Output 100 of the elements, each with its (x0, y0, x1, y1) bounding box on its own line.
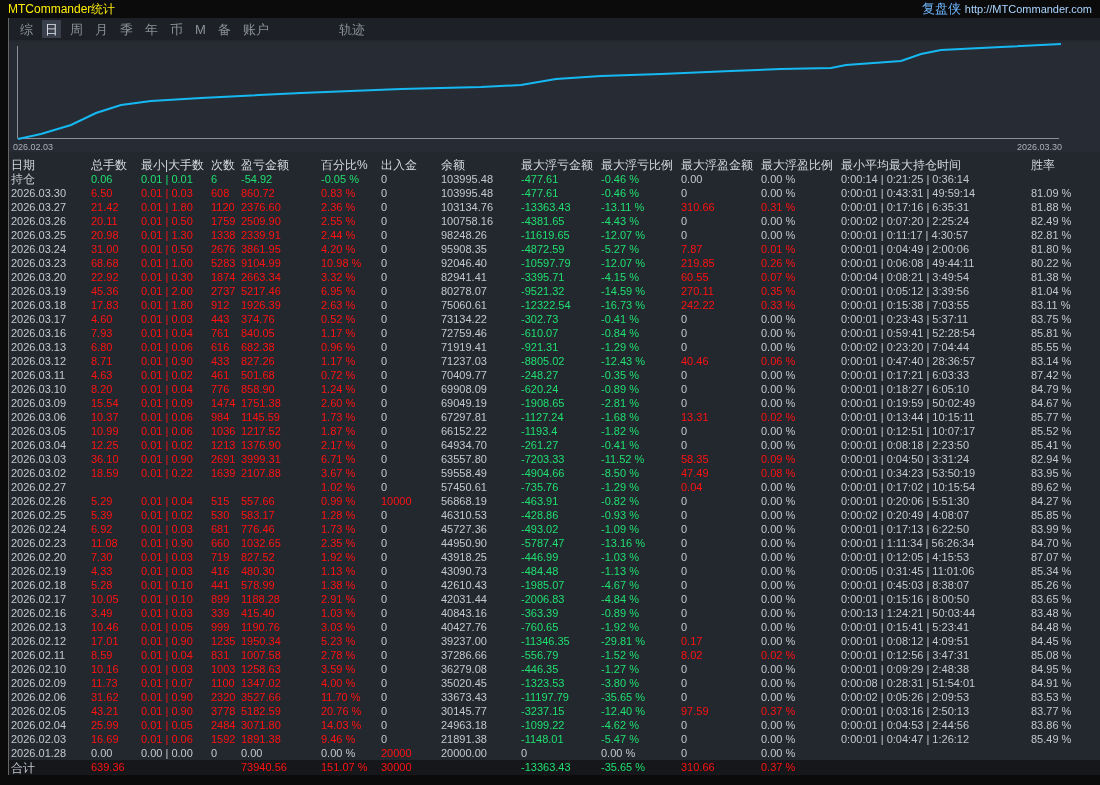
table-cell-text: -1148.01 (521, 733, 565, 745)
table-cell-text: 16.69 (91, 733, 120, 745)
table-cell-text: 0 (521, 747, 529, 759)
table-cell-text: 0.52 % (321, 313, 357, 325)
table-cell-text: 0.01 | 2.00 (141, 285, 194, 297)
table-cell-text: 827.26 (241, 355, 276, 367)
table-cell-text: 0.00 % (761, 187, 797, 199)
column-header: 出入金 (381, 159, 418, 171)
table-cell-text: 0:00:01 | 0:15:38 | 7:03:55 (841, 299, 971, 311)
table-cell-text: 22.92 (91, 271, 120, 283)
table-cell-text: 10000 (381, 495, 413, 507)
table-cell-text: -0.84 % (601, 327, 640, 339)
table-cell-text: -921.31 (521, 341, 560, 353)
table-cell-text: -0.05 % (321, 173, 360, 185)
tab[interactable]: 备 (214, 20, 234, 38)
table-cell-text: 0.01 | 0.01 (141, 173, 194, 185)
table-cell-text: -13.11 % (601, 201, 646, 213)
column-header: 日期 (11, 159, 36, 171)
tab[interactable]: 币 (167, 20, 186, 38)
table-cell-text: 2026.02.16 (11, 607, 68, 619)
table-cell-text: 3.03 % (321, 621, 357, 633)
tab[interactable]: 日 (42, 20, 61, 38)
table-cell-text: 2026.02.11 (11, 649, 67, 661)
table-cell-text: 103134.76 (441, 201, 494, 213)
table-cell-text: 0.31 % (761, 201, 797, 213)
table-cell-text: 0.00 % (761, 523, 797, 535)
table-cell-text: -35.65 % (601, 762, 647, 773)
table-cell-text: 0:00:01 | 0:20:06 | 5:51:30 (841, 495, 971, 507)
table-cell-text: -4.67 % (601, 579, 640, 591)
table-cell-text: -446.99 (521, 551, 560, 563)
tab[interactable]: 账户 (239, 20, 272, 38)
table-cell-text: 2026.02.19 (11, 565, 68, 577)
table-cell-text: 0 (381, 677, 389, 689)
tab[interactable]: 年 (142, 20, 161, 38)
table-cell-text: 0.00 % (761, 733, 797, 745)
table-cell-text: 0:00:01 | 0:03:16 | 2:50:13 (841, 705, 971, 717)
table-cell-text: 1.17 % (321, 327, 357, 339)
table-cell-text: 0 (681, 439, 689, 451)
tab[interactable]: 轨迹 (335, 20, 368, 38)
table-cell-text: 827.52 (241, 551, 276, 563)
table-cell-text: -29.81 % (601, 635, 647, 647)
table-cell-text: 7.93 (91, 327, 114, 339)
table-cell-text: 4.00 % (321, 677, 357, 689)
table-cell-text: 84.79 % (1031, 383, 1073, 395)
table-cell-text: 0.00 % (761, 369, 797, 381)
tab[interactable]: 周 (67, 20, 86, 38)
tab[interactable]: 季 (117, 20, 136, 38)
table-cell-text: 37286.66 (441, 649, 488, 661)
table-cell-text: 0.01 | 0.02 (141, 439, 194, 451)
table-cell-text: 0 (211, 747, 219, 759)
table-cell-text: 69049.19 (441, 397, 488, 409)
table-cell-text: 4.20 % (321, 243, 357, 255)
table-cell-text: 89.62 % (1031, 481, 1073, 493)
table-cell-text: 1751.38 (241, 397, 282, 409)
table-cell-text: 0.00 % (761, 509, 797, 521)
table-cell-text: 13.31 (681, 411, 710, 423)
table-cell-text: 97.59 (681, 705, 710, 717)
table-cell-text: 0.01 | 0.02 (141, 369, 194, 381)
table-cell-text: 60.55 (681, 271, 710, 283)
table-cell-text: 0 (381, 425, 389, 437)
tab[interactable]: 月 (92, 20, 111, 38)
table-cell-text: 0.83 % (321, 187, 357, 199)
table-cell-text: 84.67 % (1031, 397, 1073, 409)
table-cell-text: 0 (381, 369, 389, 381)
table-cell-text: 1338 (211, 229, 237, 241)
website-link[interactable]: http://MTCommander.com (964, 0, 1092, 18)
table-cell-text: 2026.02.10 (11, 663, 68, 675)
table-cell-text: 2026.02.17 (11, 593, 68, 605)
table-cell-text: 63557.80 (441, 453, 488, 465)
table-cell-text: 1217.52 (241, 425, 282, 437)
table-cell-text: 83.95 % (1031, 467, 1073, 479)
table-cell-text: 0 (681, 509, 689, 521)
table-cell-text: 0 (381, 257, 389, 269)
table-cell-text: -4381.65 (521, 215, 566, 227)
table-cell-text: 0 (381, 467, 389, 479)
table-cell-text: 5217.46 (241, 285, 282, 297)
table-cell-text: -0.89 % (601, 383, 640, 395)
table-cell-text: 1.13 % (321, 565, 357, 577)
table-cell-text: 69908.09 (441, 383, 488, 395)
table-cell-text: 0 (681, 607, 689, 619)
table-cell-text: -3237.15 (521, 705, 566, 717)
table-cell-text: -12.07 % (601, 229, 647, 241)
tab[interactable]: 综 (17, 20, 36, 38)
table-cell-text: 31.62 (91, 691, 120, 703)
table-cell-text: 0:00:01 | 0:47:40 | 28:36:57 (841, 355, 977, 367)
table-cell-text: 0.01 | 0.05 (141, 719, 194, 731)
table-cell-text: 0:00:01 | 0:04:53 | 2:44:56 (841, 719, 971, 731)
table-cell-text: 0.00 (241, 747, 264, 759)
tab[interactable]: M (192, 20, 209, 38)
table-cell-text: -428.86 (521, 509, 560, 521)
table-cell-text: 1347.02 (241, 677, 282, 689)
table-cell-text: 0.00 % (761, 579, 797, 591)
table-cell-text: 0.00 % (761, 397, 797, 409)
table-cell-text: 84.95 % (1031, 663, 1073, 675)
table-cell-text: 2026.02.03 (11, 733, 68, 745)
table-cell-text: 11.08 (91, 537, 119, 549)
table-cell-text: 1003 (211, 663, 237, 675)
table-cell-text: 0 (681, 523, 689, 535)
table-cell-text: 443 (211, 313, 231, 325)
table-cell-text: 0 (381, 579, 389, 591)
